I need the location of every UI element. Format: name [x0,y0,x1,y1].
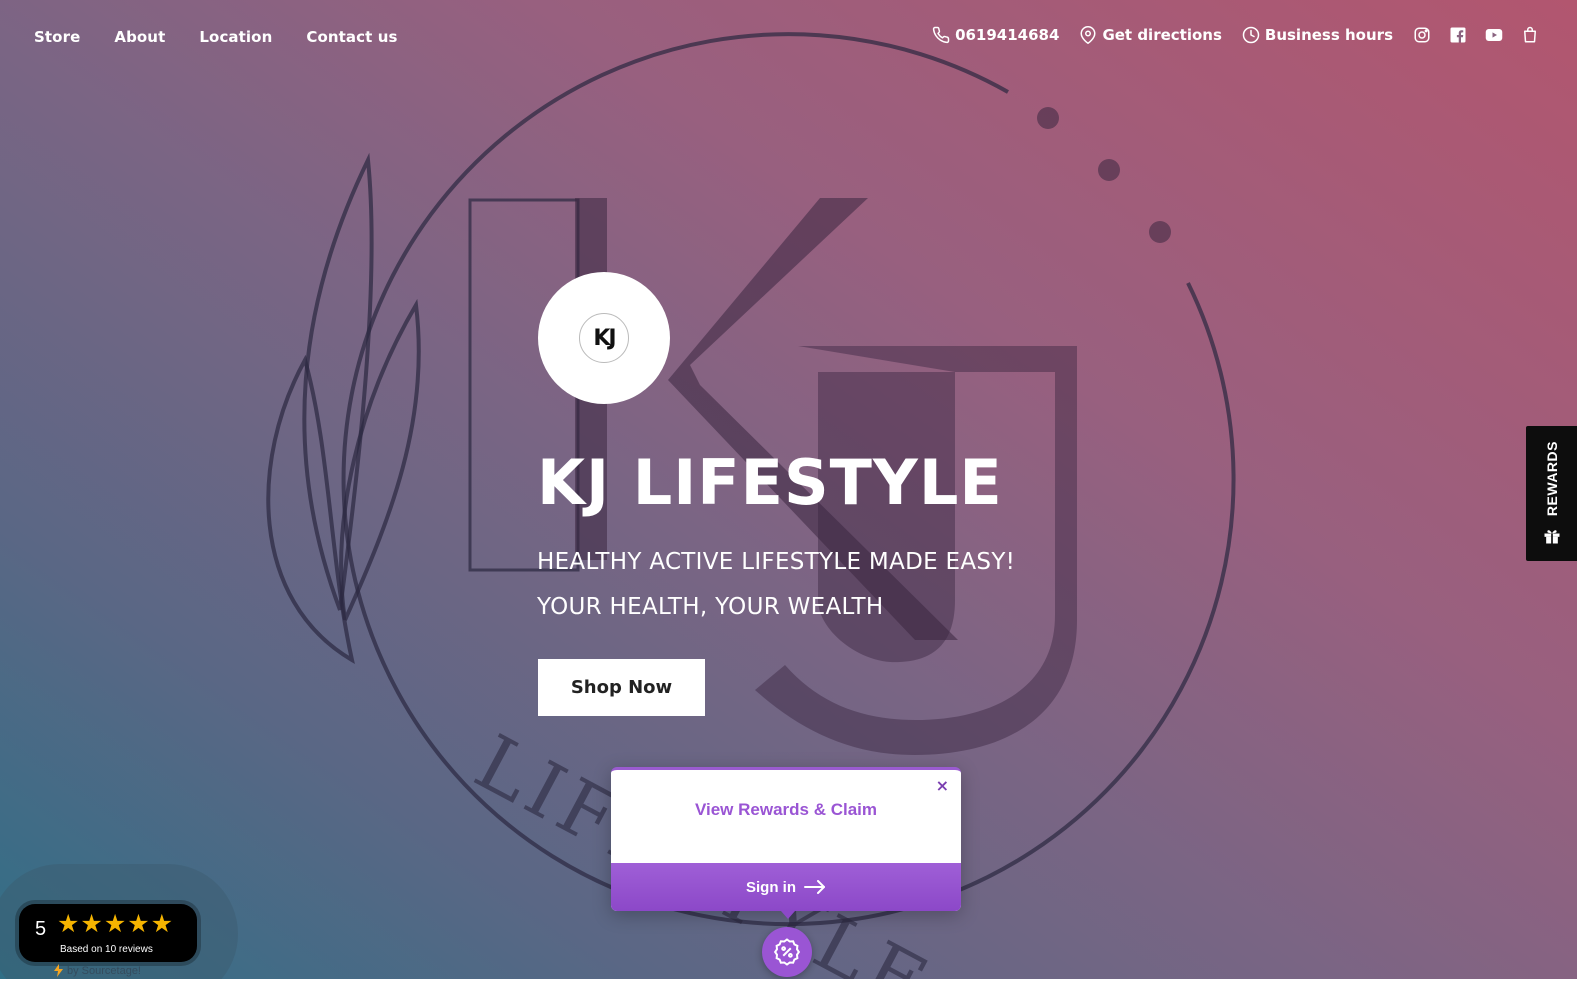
clock-icon [1242,26,1260,44]
brand-logo: KJ [538,272,670,404]
powered-by: by Sourcetage! [54,964,141,977]
phone-number: 0619414684 [955,26,1060,44]
review-score: 5 [35,918,47,940]
directions-label: Get directions [1102,26,1222,44]
nav-location-link[interactable]: Location [199,28,272,46]
review-badge[interactable]: 5 ★★★★★ Based on 10 reviews [19,904,197,962]
popup-pointer [781,911,795,919]
directions-link[interactable]: Get directions [1079,26,1222,44]
discount-badge-icon [773,938,801,966]
arrow-right-icon [804,880,825,894]
powered-by-label: by Sourcetage! [67,964,141,977]
hero-subtitle: HEALTHY ACTIVE LIFESTYLE MADE EASY! YOUR… [537,540,1015,630]
map-pin-icon [1080,26,1096,44]
youtube-icon[interactable] [1485,26,1503,44]
social-links [1413,26,1539,44]
gift-icon [1544,530,1559,544]
business-hours-link[interactable]: Business hours [1242,26,1393,44]
phone-link[interactable]: 0619414684 [932,26,1059,44]
rewards-popup: × View Rewards & Claim Sign in [611,767,961,911]
sign-in-label: Sign in [746,878,796,896]
nav-contact-link[interactable]: Contact us [306,28,397,46]
brand-logo-mark: KJ [579,313,629,363]
nav-store-link[interactable]: Store [34,28,80,46]
lightning-icon [54,964,63,977]
nav-utility: 0619414684 Get directions Business hours [932,26,1539,44]
main-menu: Store About Location Contact us [34,28,398,46]
rewards-launcher-button[interactable] [762,927,812,977]
phone-icon [932,26,950,44]
rewards-side-tab[interactable]: REWARDS [1526,426,1577,561]
hero-subtitle-line-1: HEALTHY ACTIVE LIFESTYLE MADE EASY! [537,549,1016,575]
shop-now-button[interactable]: Shop Now [538,659,705,716]
close-icon[interactable]: × [936,776,949,795]
star-rating: ★★★★★ [57,909,175,938]
sign-in-button[interactable]: Sign in [611,863,961,911]
hero-title: KJ LIFESTYLE [537,446,1003,519]
hero-subtitle-line-2: YOUR HEALTH, YOUR WEALTH [537,594,884,620]
shopping-bag-icon[interactable] [1521,26,1539,44]
instagram-icon[interactable] [1413,26,1431,44]
top-navigation: Store About Location Contact us 06194146… [0,0,1577,78]
review-summary: Based on 10 reviews [60,944,153,955]
facebook-icon[interactable] [1449,26,1467,44]
view-rewards-link[interactable]: View Rewards & Claim [611,800,961,820]
hero-section: LIFESTYLE Store About Location Contact u… [0,0,1577,987]
rewards-tab-label: REWARDS [1543,440,1560,517]
business-hours-label: Business hours [1264,26,1393,44]
nav-about-link[interactable]: About [114,28,165,46]
